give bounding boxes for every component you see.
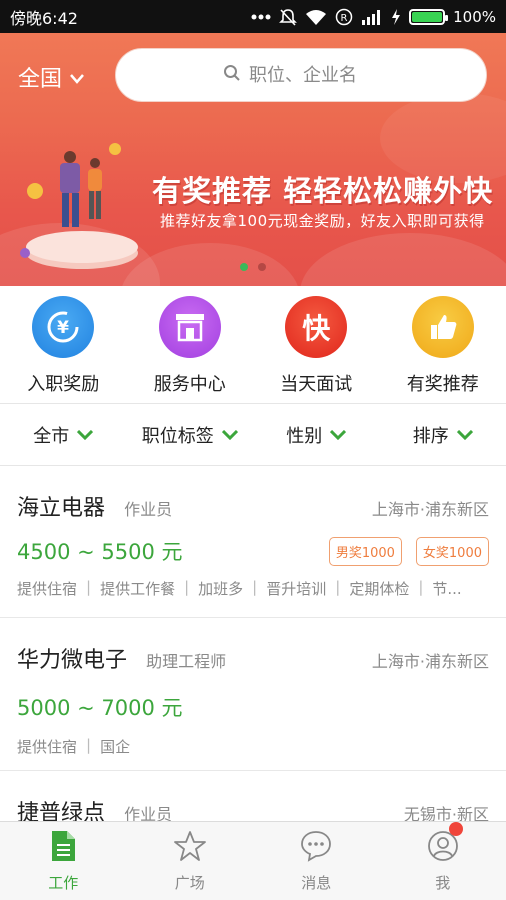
- job-card[interactable]: 华力微电子 助理工程师 上海市·浦东新区 5000 ~ 7000 元 提供住宿 |…: [0, 618, 506, 771]
- job-list: 海立电器 作业员 上海市·浦东新区 4500 ~ 5500 元 男奖1000 女…: [0, 466, 506, 831]
- tab-label: 消息: [301, 874, 332, 892]
- status-time: 傍晚6:42: [10, 8, 78, 28]
- bottom-tab-bar: 工作 广场 消息 我: [0, 821, 506, 900]
- job-location: 上海市·浦东新区: [371, 652, 489, 671]
- salary-range: 4500 ~ 5500 元: [17, 540, 183, 564]
- tab-square[interactable]: 广场: [127, 822, 254, 900]
- tab-messages[interactable]: 消息: [253, 822, 380, 900]
- banner-dot[interactable]: [258, 263, 266, 271]
- tab-label: 广场: [174, 874, 205, 892]
- filter-label: 排序: [412, 425, 449, 447]
- benefit-tag: 提供住宿: [17, 738, 78, 756]
- filter-gender[interactable]: 性别: [253, 404, 380, 465]
- svg-text:¥: ¥: [57, 318, 69, 338]
- job-card[interactable]: 海立电器 作业员 上海市·浦东新区 4500 ~ 5500 元 男奖1000 女…: [0, 466, 506, 618]
- benefit-tag: 晋升培训: [266, 580, 327, 598]
- filter-sort[interactable]: 排序: [380, 404, 506, 465]
- benefit-tag: 提供住宿: [17, 580, 78, 598]
- charging-icon: [391, 8, 401, 25]
- chat-bubble-icon: [300, 830, 332, 866]
- r-icon: R: [335, 8, 353, 26]
- quick-menu-label: 有奖推荐: [406, 374, 479, 395]
- reward-badge: 男奖1000: [328, 536, 402, 566]
- company-name: 华力微电子: [17, 648, 128, 673]
- tab-label: 我: [435, 874, 451, 892]
- filter-label: 职位标签: [141, 425, 214, 447]
- status-icons: R 100%: [251, 8, 496, 26]
- quick-menu-label: 当天面试: [280, 374, 353, 395]
- status-bar: 傍晚6:42 R 100%: [0, 0, 506, 33]
- battery-percent: 100%: [453, 7, 496, 26]
- tab-work[interactable]: 工作: [0, 822, 127, 900]
- benefit-tag: 节...: [432, 580, 462, 598]
- region-selector[interactable]: 全国: [18, 61, 84, 93]
- battery-icon: [409, 8, 449, 25]
- dots-icon: [251, 14, 271, 20]
- reward-badge: 女奖1000: [415, 536, 489, 566]
- filter-bar: 全市 职位标签 性别 排序: [0, 404, 506, 466]
- quick-menu-referral-reward[interactable]: 有奖推荐: [380, 286, 506, 403]
- benefit-tags: 提供住宿 | 提供工作餐 | 加班多 | 晋升培训 | 定期体检 | 节...: [17, 578, 462, 598]
- quick-menu-label: 入职奖励: [27, 374, 100, 395]
- banner-subtitle: 推荐好友拿100元现金奖励，好友入职即可获得: [160, 212, 485, 230]
- document-icon: [50, 830, 76, 866]
- filter-city[interactable]: 全市: [0, 404, 127, 465]
- chevron-down-icon: [77, 424, 94, 445]
- mute-icon: [279, 8, 298, 26]
- filter-job-tags[interactable]: 职位标签: [127, 404, 254, 465]
- signal-icon: [361, 9, 383, 25]
- filter-label: 性别: [286, 425, 323, 447]
- banner-dot-active[interactable]: [240, 263, 248, 271]
- quick-menu: ¥ 入职奖励 服务中心 快 当天面试 有奖推荐: [0, 286, 506, 404]
- benefit-tag: 定期体检: [349, 580, 410, 598]
- search-bar[interactable]: [115, 48, 487, 102]
- chevron-down-icon: [330, 424, 347, 445]
- benefit-tags: 提供住宿 | 国企: [17, 736, 131, 756]
- star-icon: [173, 830, 206, 866]
- yen-refresh-icon: ¥: [32, 296, 95, 358]
- quick-menu-onboarding-reward[interactable]: ¥ 入职奖励: [0, 286, 127, 403]
- wifi-icon: [305, 9, 327, 25]
- quick-menu-label: 服务中心: [153, 374, 226, 395]
- filter-label: 全市: [33, 425, 70, 447]
- benefit-tag: 提供工作餐: [100, 580, 176, 598]
- search-input[interactable]: [249, 64, 379, 86]
- banner-pagination: [240, 263, 266, 271]
- referral-illustration: [20, 143, 145, 273]
- job-role: 作业员: [124, 500, 173, 519]
- job-role: 助理工程师: [146, 652, 227, 671]
- chevron-down-icon: [221, 424, 238, 445]
- tab-me[interactable]: 我: [380, 822, 506, 900]
- job-location: 上海市·浦东新区: [371, 500, 489, 519]
- company-name: 海立电器: [17, 496, 106, 521]
- benefit-tag: 加班多: [198, 580, 244, 598]
- svg-text:R: R: [341, 13, 348, 24]
- salary-range: 5000 ~ 7000 元: [17, 696, 183, 720]
- chevron-down-icon: [456, 424, 473, 445]
- chevron-down-icon: [70, 65, 84, 90]
- quick-menu-same-day-interview[interactable]: 快 当天面试: [253, 286, 380, 403]
- thumbs-up-icon: [411, 296, 474, 358]
- promo-banner[interactable]: 全国 有奖推荐 轻轻松松赚外快 推荐好友拿100元现金奖励，好友入职即可获得: [0, 33, 506, 286]
- kuai-icon: 快: [285, 296, 348, 358]
- quick-menu-service-center[interactable]: 服务中心: [127, 286, 254, 403]
- tab-label: 工作: [48, 874, 79, 892]
- benefit-tag: 国企: [100, 738, 131, 756]
- region-label: 全国: [18, 67, 63, 92]
- notification-dot: [448, 822, 463, 836]
- storefront-icon: [158, 296, 221, 358]
- banner-title: 有奖推荐 轻轻松松赚外快: [152, 174, 494, 208]
- search-icon: [223, 64, 241, 87]
